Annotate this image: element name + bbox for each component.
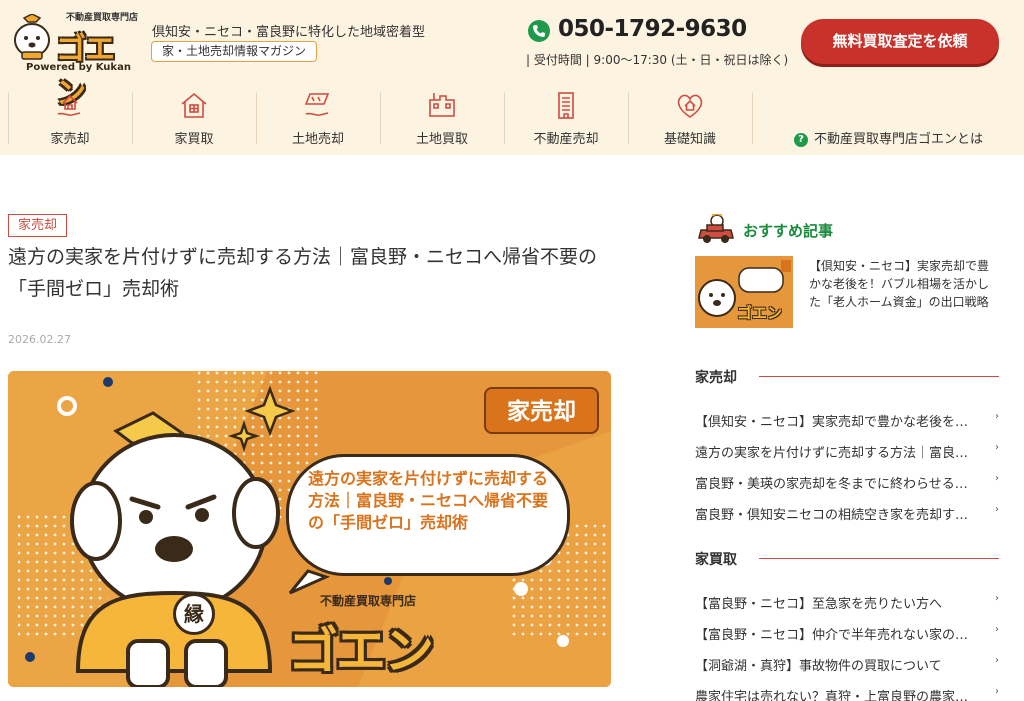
- site-tagline: 倶知安・ニセコ・富良野に特化した地域密着型: [152, 25, 426, 40]
- logo-subtitle: 不動産買取専門店: [66, 13, 139, 23]
- thumbnail-logo: ゴエン: [737, 304, 783, 322]
- chevron-right-icon: ›: [995, 473, 999, 484]
- chevron-right-icon: ›: [995, 686, 999, 697]
- article-title: 遠方の実家を片付けずに売却する方法｜富良野・ニセコへ帰省不要の「手間ゼロ」売却術: [8, 246, 598, 300]
- nav-item-land-buy[interactable]: 土地買取: [380, 88, 504, 148]
- free-appraisal-button[interactable]: 無料買取査定を依頼: [801, 19, 999, 64]
- hero-en-emblem: 縁: [173, 593, 215, 635]
- chevron-right-icon: ›: [995, 624, 999, 635]
- nav-item-house-sale[interactable]: 家売却: [8, 88, 132, 148]
- land-hand-icon: [304, 93, 330, 116]
- nav-label: 土地売却: [291, 132, 344, 147]
- sidebar-section-heading: 家売却: [695, 367, 999, 387]
- nav-item-real-estate-sale[interactable]: 不動産売却: [504, 88, 628, 148]
- section-rule: [759, 376, 999, 377]
- sidebar-link[interactable]: 【洞爺湖・真狩】事故物件の買取について ›: [695, 653, 999, 675]
- nav-item-land-sale[interactable]: 土地売却: [256, 88, 380, 148]
- chevron-right-icon: ›: [995, 593, 999, 604]
- chevron-right-icon: ›: [995, 655, 999, 666]
- recommended-thumbnail: ゴエン: [695, 256, 793, 328]
- chevron-right-icon: ›: [995, 504, 999, 515]
- question-icon: ?: [794, 133, 808, 147]
- heart-house-icon: [677, 94, 703, 118]
- recommended-article[interactable]: ゴエン 【倶知安・ニセコ】実家売却で豊かな老後を！バブル相場を活かした「老人ホー…: [695, 256, 995, 328]
- section-title: 家買取: [695, 552, 737, 568]
- house-hand-icon: [57, 94, 81, 116]
- nav-label: 家買取: [174, 132, 214, 147]
- hero-shop-label: 不動産買取専門店: [320, 594, 417, 608]
- sidebar-link[interactable]: 【倶知安・ニセコ】実家売却で豊かな老後を！バブル相場を活かした「老人ホーム資金」…: [695, 409, 999, 431]
- house-icon: [181, 92, 207, 118]
- site-header: 不動産買取専門店 ゴエン Powered by Kukan 倶知安・ニセコ・富良…: [0, 0, 1024, 155]
- category-badge[interactable]: 家売却: [8, 214, 68, 237]
- article-date: 2026.02.27: [8, 333, 71, 346]
- logo-powered-by: Powered by Kukan: [26, 62, 131, 73]
- hero-logo: ゴエン: [288, 622, 434, 680]
- recommended-text: 【倶知安・ニセコ】実家売却で豊かな老後を！バブル相場を活かした「老人ホーム資金」…: [809, 259, 990, 309]
- sidebar-link[interactable]: 富良野・倶知安ニセコの相続空き家を売却するなら ›: [695, 502, 999, 524]
- nav-divider: [752, 92, 753, 144]
- land-icon: [429, 93, 455, 117]
- about-goen-link[interactable]: ? 不動産買取専門店ゴエンとは: [794, 128, 983, 147]
- business-hours: | 受付時間 | 9:00〜17:30 (土・日・祝日は除く): [526, 53, 789, 67]
- section-title: 家売却: [695, 370, 737, 386]
- phone-number[interactable]: 050-1792-9630: [558, 16, 747, 42]
- phone-icon: [528, 20, 550, 42]
- building-icon: [558, 92, 574, 119]
- site-logo[interactable]: 不動産買取専門店 ゴエン Powered by Kukan: [8, 6, 142, 111]
- hero-bubble-text: 遠方の実家を片付けずに売却する方法｜富良野・ニセコへ帰省不要の「手間ゼロ」売却術: [308, 469, 549, 532]
- chevron-right-icon: ›: [995, 411, 999, 422]
- sidebar-link[interactable]: 農家住宅は売れない？真狩・上富良野の農家住宅買取›: [695, 684, 999, 701]
- car-mascot-icon: [698, 214, 734, 243]
- chevron-right-icon: ›: [995, 442, 999, 453]
- sidebar-section-heading: 家買取: [695, 549, 999, 569]
- nav-item-house-buy[interactable]: 家買取: [132, 88, 256, 148]
- sidebar-link[interactable]: 【富良野・ニセコ】至急家を売りたい方へ ›: [695, 591, 999, 613]
- nav-label: 不動産売却: [533, 132, 599, 147]
- hero-category-badge: 家売却: [484, 387, 599, 434]
- recommend-title: おすすめ記事: [743, 222, 834, 240]
- nav-label: 基礎知識: [663, 132, 716, 147]
- sidebar-link[interactable]: 【富良野・ニセコ】仲介で半年売れない家の買取 ›: [695, 622, 999, 644]
- section-rule: [759, 558, 999, 559]
- nav-label: 土地買取: [415, 132, 468, 147]
- sidebar-link[interactable]: 遠方の実家を片付けずに売却する方法｜富良野・ニセコへ帰省不要の「手間ゼロ」売却術…: [695, 440, 999, 462]
- magazine-tag: 家・土地売却情報マガジン: [151, 41, 318, 62]
- nav-item-basics[interactable]: 基礎知識: [628, 88, 752, 148]
- nav-label: 家売却: [50, 132, 90, 147]
- sidebar-link[interactable]: 富良野・美瑛の家売却を冬までに終わらせるべき理由›: [695, 471, 999, 493]
- dog-mascot-icon: [14, 14, 50, 60]
- hero-image: 家売却 遠方の実家を片付けずに売却する方法｜富良野・ニセコへ帰省不要の「手間ゼロ…: [8, 371, 611, 687]
- about-label: 不動産買取専門店ゴエンとは: [814, 132, 984, 147]
